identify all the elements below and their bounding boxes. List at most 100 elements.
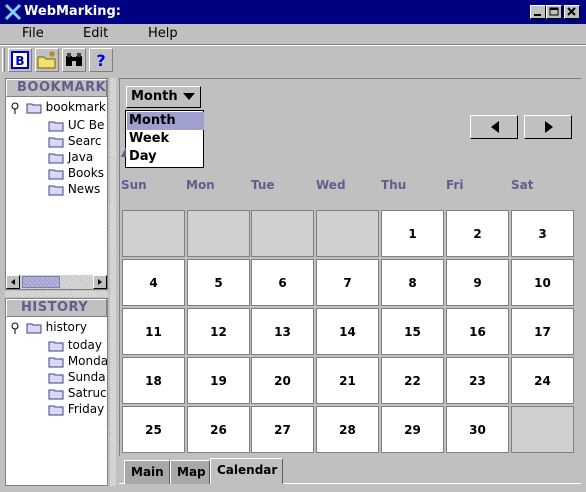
close-icon: [567, 7, 576, 16]
history-item-label: Friday: [67, 402, 105, 416]
day-cell[interactable]: 4: [122, 259, 185, 306]
arrow-right-icon: [545, 121, 553, 133]
day-cell[interactable]: 11: [122, 308, 185, 355]
day-cell[interactable]: 10: [511, 259, 574, 306]
help-icon: ?: [96, 51, 105, 70]
day-cell[interactable]: 19: [187, 357, 250, 404]
day-cell[interactable]: 15: [381, 308, 444, 355]
day-cell[interactable]: 29: [381, 406, 444, 453]
day-number: 13: [274, 325, 291, 339]
search-button[interactable]: [62, 48, 86, 72]
folder-icon: [48, 137, 64, 147]
view-option-month[interactable]: Month: [127, 112, 204, 130]
history-item-label: Monda: [67, 354, 108, 368]
history-root[interactable]: history: [10, 319, 107, 335]
day-number: 4: [149, 276, 158, 290]
maximize-button[interactable]: [546, 5, 562, 19]
maximize-icon: [549, 7, 559, 16]
bookmark-icon: B: [11, 51, 29, 69]
day-number: 3: [538, 227, 547, 241]
day-cell[interactable]: 18: [122, 357, 185, 404]
close-button[interactable]: [564, 5, 580, 19]
scroll-thumb[interactable]: [22, 276, 60, 288]
day-cell[interactable]: 17: [511, 308, 574, 355]
day-cell[interactable]: 2: [446, 210, 509, 257]
day-cell[interactable]: 16: [446, 308, 509, 355]
day-number: 18: [145, 374, 162, 388]
day-cell[interactable]: 30: [446, 406, 509, 453]
tab-map[interactable]: Map: [170, 460, 210, 484]
bookmark-item[interactable]: Books: [48, 165, 107, 181]
new-folder-button[interactable]: [35, 48, 59, 72]
empty-day-cell: [122, 210, 185, 257]
view-option-day[interactable]: Day: [127, 148, 204, 166]
day-cell[interactable]: 20: [251, 357, 314, 404]
help-icon-glyph: ?: [96, 51, 105, 70]
folder-icon: [48, 357, 64, 367]
day-number: 29: [404, 423, 421, 437]
empty-day-cell: [187, 210, 250, 257]
day-number: 28: [339, 423, 356, 437]
history-item[interactable]: Sunda: [48, 369, 107, 385]
bookmark-item[interactable]: News: [48, 181, 107, 197]
previous-month-button[interactable]: [470, 115, 518, 139]
bookmark-hscrollbar[interactable]: [6, 275, 107, 289]
history-item[interactable]: Monda: [48, 353, 108, 369]
day-cell[interactable]: 21: [316, 357, 379, 404]
history-item[interactable]: Satruc: [48, 385, 107, 401]
minimize-button[interactable]: [530, 5, 546, 19]
bookmark-item-label: News: [67, 182, 101, 196]
folder-icon: [48, 121, 64, 131]
day-cell[interactable]: 22: [381, 357, 444, 404]
day-cell[interactable]: 24: [511, 357, 574, 404]
menu-help[interactable]: Help: [148, 24, 178, 44]
day-cell[interactable]: 8: [381, 259, 444, 306]
bookmark-item[interactable]: Java: [48, 149, 107, 165]
view-dropdown-list: Month Week Day: [125, 110, 204, 168]
day-cell[interactable]: 23: [446, 357, 509, 404]
day-number: 25: [145, 423, 162, 437]
day-cell[interactable]: 9: [446, 259, 509, 306]
bookmark-root[interactable]: bookmark: [10, 99, 107, 115]
history-item[interactable]: Friday: [48, 401, 107, 417]
day-cell[interactable]: 26: [187, 406, 250, 453]
day-cell[interactable]: 27: [251, 406, 314, 453]
view-select-value: Month: [131, 89, 178, 104]
next-month-button[interactable]: [524, 115, 572, 139]
menu-edit[interactable]: Edit: [83, 24, 108, 44]
day-cell[interactable]: 14: [316, 308, 379, 355]
day-number: 19: [210, 374, 227, 388]
history-item[interactable]: today: [48, 337, 107, 353]
empty-day-cell: [251, 210, 314, 257]
menu-file[interactable]: File: [22, 24, 44, 44]
day-cell[interactable]: 6: [251, 259, 314, 306]
tab-main[interactable]: Main: [124, 460, 170, 484]
day-cell[interactable]: 5: [187, 259, 250, 306]
app-x-icon: [4, 3, 22, 21]
folder-icon: [48, 405, 64, 415]
bookmark-root-label: bookmark: [45, 100, 106, 114]
history-panel: HISTORY history today Monda Sunda Satruc…: [5, 298, 108, 486]
day-cell[interactable]: 12: [187, 308, 250, 355]
day-cell[interactable]: 1: [381, 210, 444, 257]
day-cell[interactable]: 28: [316, 406, 379, 453]
day-number: 21: [339, 374, 356, 388]
panel-splitter-horizontal[interactable]: [5, 291, 108, 297]
view-option-week[interactable]: Week: [127, 130, 204, 148]
bookmark-button[interactable]: B: [8, 48, 32, 72]
scroll-right-button[interactable]: [93, 275, 107, 289]
panel-splitter-vertical[interactable]: [110, 78, 116, 486]
day-cell[interactable]: 25: [122, 406, 185, 453]
day-number: 23: [469, 374, 486, 388]
help-button[interactable]: ?: [89, 48, 113, 72]
tab-calendar[interactable]: Calendar: [210, 458, 283, 484]
day-cell[interactable]: 3: [511, 210, 574, 257]
day-number: 30: [469, 423, 486, 437]
day-cell[interactable]: 7: [316, 259, 379, 306]
view-select[interactable]: Month: [126, 86, 201, 108]
bookmark-item[interactable]: UC Be: [48, 117, 107, 133]
folder-icon: [26, 103, 42, 113]
bookmark-item[interactable]: Searc: [48, 133, 107, 149]
day-cell[interactable]: 13: [251, 308, 314, 355]
scroll-left-button[interactable]: [6, 275, 20, 289]
